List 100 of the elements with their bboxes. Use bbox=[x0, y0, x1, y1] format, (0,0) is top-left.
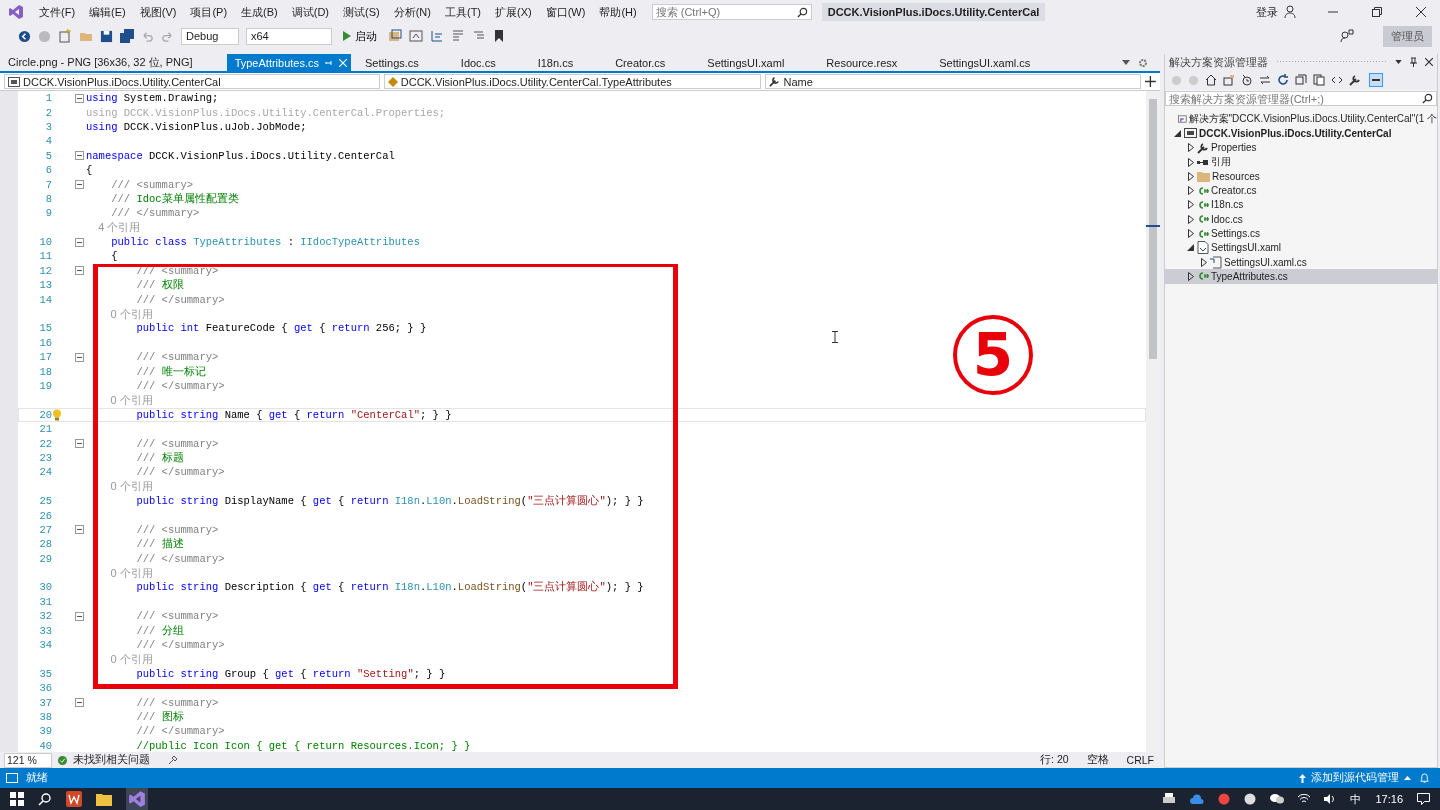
document-tab[interactable]: SettingsUI.xaml bbox=[699, 54, 819, 71]
collapse-icon[interactable] bbox=[75, 352, 84, 362]
refresh-icon[interactable] bbox=[1277, 74, 1289, 86]
collapse-icon[interactable] bbox=[75, 151, 84, 161]
whitespace-mode[interactable]: 空格 bbox=[1086, 753, 1109, 767]
sign-in-link[interactable]: 登录 bbox=[1256, 4, 1278, 20]
dropdown-icon[interactable] bbox=[1122, 60, 1130, 65]
collapsed-arrow-icon[interactable] bbox=[1187, 214, 1194, 224]
collapse-icon[interactable] bbox=[75, 525, 84, 535]
feedback-icon[interactable] bbox=[1340, 29, 1354, 43]
tree-item[interactable]: SettingsUI.xaml bbox=[1165, 240, 1437, 255]
collapsed-arrow-icon[interactable] bbox=[1187, 229, 1194, 238]
tray-app-icon[interactable] bbox=[1244, 793, 1257, 805]
document-tab[interactable]: Idoc.cs bbox=[452, 54, 530, 71]
notification-icon[interactable] bbox=[1417, 793, 1430, 805]
menu-item[interactable]: 测试(S) bbox=[336, 4, 387, 20]
visual-studio-icon[interactable] bbox=[126, 788, 148, 810]
collapsed-arrow-icon[interactable] bbox=[1187, 186, 1194, 196]
collapse-icon[interactable] bbox=[75, 439, 84, 449]
menu-item[interactable]: 编辑(E) bbox=[82, 4, 133, 20]
menu-item[interactable]: 窗口(W) bbox=[538, 4, 593, 20]
expanded-arrow-icon[interactable] bbox=[1187, 244, 1194, 252]
tree-item[interactable]: Idoc.cs bbox=[1165, 212, 1437, 227]
printer-icon[interactable] bbox=[1162, 793, 1177, 805]
lightbulb-icon[interactable] bbox=[52, 408, 62, 421]
expanded-arrow-icon[interactable] bbox=[1174, 129, 1181, 137]
volume-icon[interactable] bbox=[1324, 794, 1337, 804]
sync-icon[interactable] bbox=[1259, 74, 1271, 86]
source-control-button[interactable]: 添加到源代码管理 bbox=[1299, 771, 1411, 785]
tree-item[interactable]: I18n.cs bbox=[1165, 197, 1437, 213]
preview-toggle-icon[interactable] bbox=[1369, 73, 1383, 87]
save-icon[interactable] bbox=[100, 29, 113, 43]
collapse-icon[interactable] bbox=[75, 698, 84, 708]
member-dropdown[interactable]: Name bbox=[765, 74, 1142, 89]
toolbar-icon[interactable] bbox=[409, 29, 423, 43]
issues-status[interactable]: 未找到相关问题 bbox=[73, 753, 150, 767]
clock[interactable]: 17:16 bbox=[1375, 793, 1403, 805]
dropdown-icon[interactable] bbox=[1395, 60, 1402, 64]
document-tab[interactable]: Creator.cs bbox=[607, 54, 700, 71]
search-field[interactable]: 搜索 (Ctrl+Q) bbox=[651, 4, 812, 20]
scrollbar-thumb[interactable] bbox=[1149, 99, 1157, 359]
copy-icon[interactable] bbox=[1313, 74, 1325, 86]
document-tab[interactable]: Resource.resx bbox=[818, 54, 932, 71]
cursor-position[interactable]: 行: 20 bbox=[1040, 753, 1069, 767]
cloud-icon[interactable] bbox=[1190, 794, 1205, 804]
collapse-all-icon[interactable] bbox=[1295, 74, 1307, 86]
menu-item[interactable]: 分析(N) bbox=[386, 4, 438, 20]
platform-dropdown[interactable]: x64 bbox=[246, 27, 332, 45]
office-app-icon[interactable] bbox=[66, 791, 82, 807]
collapse-icon[interactable] bbox=[75, 237, 84, 247]
document-tab[interactable]: I18n.cs bbox=[529, 54, 608, 71]
collapse-icon[interactable] bbox=[75, 266, 84, 276]
collapsed-arrow-icon[interactable] bbox=[1187, 143, 1194, 153]
input-method-indicator[interactable]: 中 bbox=[1350, 791, 1362, 807]
tree-item[interactable]: 引用 bbox=[1165, 154, 1437, 170]
menu-item[interactable]: 视图(V) bbox=[132, 4, 184, 20]
home-icon[interactable] bbox=[1205, 74, 1217, 86]
project-dropdown[interactable]: DCCK.VisionPlus.iDocs.Utility.CenterCal bbox=[4, 74, 380, 89]
collapsed-arrow-icon[interactable] bbox=[1187, 200, 1194, 210]
collapse-icon[interactable] bbox=[75, 93, 84, 103]
tree-item[interactable]: Settings.cs bbox=[1165, 226, 1437, 241]
bookmark-icon[interactable] bbox=[493, 29, 505, 43]
back-icon[interactable] bbox=[18, 29, 31, 43]
collapsed-arrow-icon[interactable] bbox=[1187, 171, 1194, 181]
start-icon[interactable] bbox=[10, 792, 24, 806]
folder-icon[interactable] bbox=[96, 792, 112, 806]
menu-item[interactable]: 扩展(X) bbox=[488, 4, 539, 20]
split-icon[interactable] bbox=[1145, 76, 1156, 87]
search-field[interactable]: 搜索解决方案资源管理器(Ctrl+;) bbox=[1165, 91, 1437, 106]
person-icon[interactable] bbox=[1284, 5, 1298, 19]
tree-item[interactable]: Resources bbox=[1165, 169, 1437, 184]
menu-item[interactable]: 项目(P) bbox=[183, 4, 235, 20]
tree-item[interactable]: 解决方案"DCCK.VisionPlus.iDocs.Utility.CenterCal"(1 个 bbox=[1165, 112, 1437, 127]
menu-item[interactable]: 文件(F) bbox=[32, 4, 83, 20]
tree-item[interactable]: Creator.cs bbox=[1165, 183, 1437, 198]
document-tab[interactable]: SettingsUI.xaml.cs bbox=[931, 54, 1065, 71]
tree-item[interactable]: SettingsUI.xaml.cs bbox=[1165, 254, 1437, 270]
settings-icon[interactable] bbox=[1138, 57, 1148, 68]
zoom-dropdown[interactable]: 121 % bbox=[4, 752, 52, 768]
line-ending[interactable]: CRLF bbox=[1126, 754, 1154, 766]
wifi-icon[interactable] bbox=[1298, 794, 1311, 804]
document-tab[interactable]: Circle.png - PNG [36x36, 32 位, PNG] bbox=[0, 54, 227, 71]
tree-item[interactable]: TypeAttributes.cs bbox=[1165, 269, 1437, 284]
document-tab[interactable]: Settings.cs bbox=[357, 54, 453, 71]
configuration-dropdown[interactable]: Debug bbox=[181, 27, 239, 45]
menu-item[interactable]: 帮助(H) bbox=[592, 4, 644, 20]
menu-item[interactable]: 生成(B) bbox=[234, 4, 285, 20]
collapsed-arrow-icon[interactable] bbox=[1187, 157, 1194, 167]
start-button[interactable]: 启动 bbox=[339, 28, 381, 44]
search-icon[interactable] bbox=[38, 792, 52, 806]
tree-item[interactable]: DCCK.VisionPlus.iDocs.Utility.CenterCal bbox=[1165, 126, 1437, 141]
menu-item[interactable]: 调试(D) bbox=[284, 4, 336, 20]
toolbar-icon[interactable] bbox=[388, 29, 402, 43]
wrench-icon[interactable] bbox=[1349, 74, 1361, 86]
collapse-icon[interactable] bbox=[75, 611, 84, 621]
switch-view-icon[interactable] bbox=[1223, 74, 1235, 86]
collapsed-arrow-icon[interactable] bbox=[1200, 257, 1207, 267]
close-button[interactable] bbox=[1416, 7, 1426, 17]
menu-item[interactable]: 工具(T) bbox=[437, 4, 488, 20]
code-icon[interactable] bbox=[1331, 74, 1343, 86]
